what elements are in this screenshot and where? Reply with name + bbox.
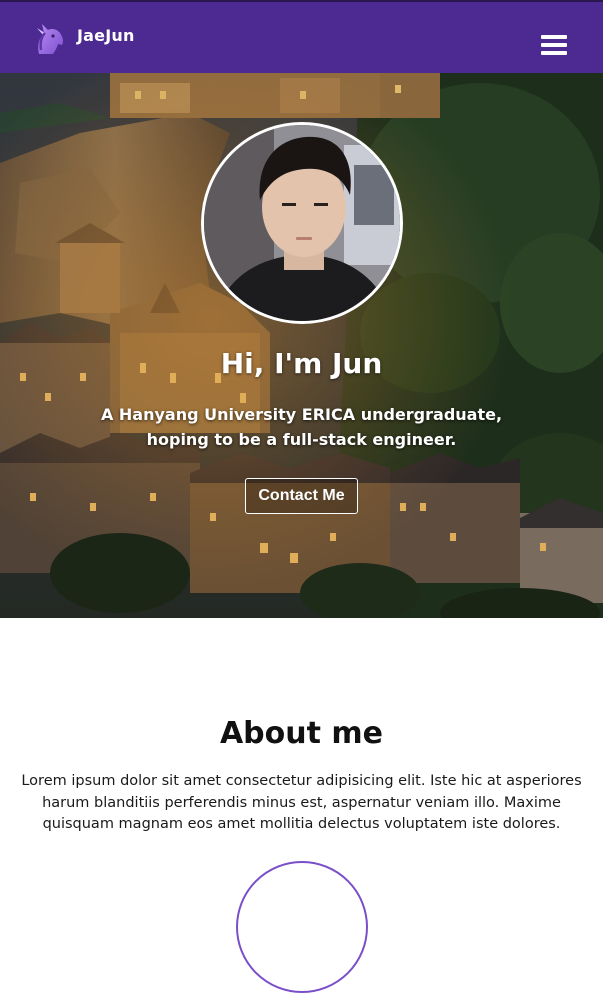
about-skill-circle: [236, 861, 368, 993]
hero-title: Hi, I'm Jun: [220, 347, 383, 380]
brand-name[interactable]: JaeJun: [77, 26, 135, 45]
contact-me-button[interactable]: Contact Me: [245, 478, 358, 514]
unicorn-icon[interactable]: [33, 20, 69, 56]
hero-subtitle: A Hanyang University ERICA undergraduate…: [100, 405, 503, 449]
hero-section: Hi, I'm Jun A Hanyang University ERICA u…: [0, 73, 603, 618]
navbar: JaeJun: [0, 0, 603, 73]
profile-avatar: [201, 122, 403, 324]
about-description: Lorem ipsum dolor sit amet consectetur a…: [21, 773, 582, 832]
about-title: About me: [219, 716, 384, 751]
menu-toggle-button[interactable]: [541, 35, 567, 57]
